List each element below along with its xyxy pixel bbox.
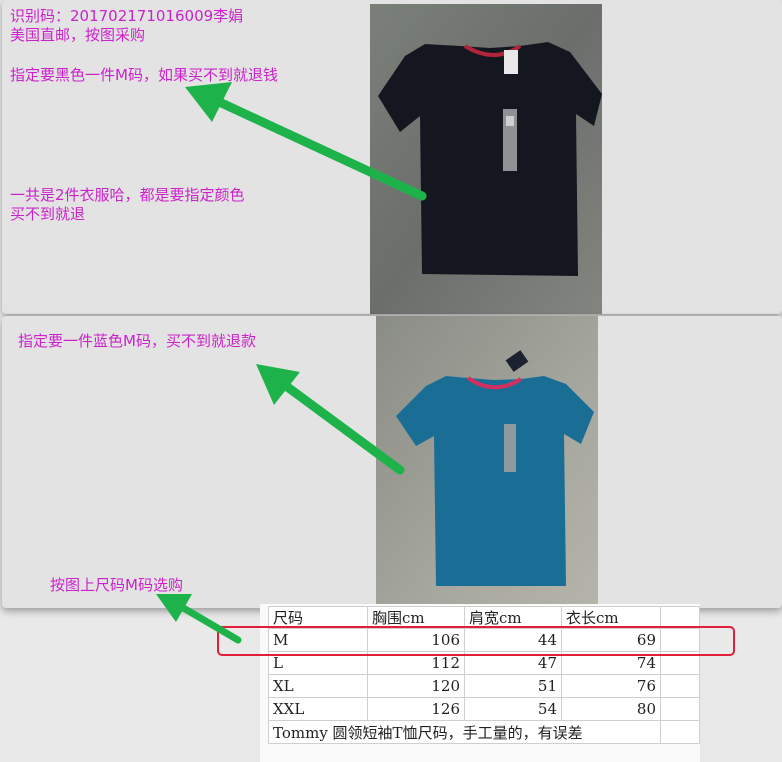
m-size-highlight-box <box>217 626 735 656</box>
cell-chest: 126 <box>367 697 465 721</box>
cell-size: XXL <box>268 697 368 721</box>
table-row: XXL 126 54 80 <box>268 697 700 721</box>
shipping-note: 美国直邮，按图采购 <box>10 26 146 44</box>
size-footnote: Tommy 圆领短袖T恤尺码，手工量的，有误差 <box>268 720 661 744</box>
total-items-note-line2: 买不到就退 <box>10 205 86 223</box>
cell-chest: 120 <box>367 674 465 698</box>
cell-shoulder: 51 <box>464 674 562 698</box>
order-note-panel-black: 识别码：201702171016009李娟 美国直邮，按图采购 指定要黑色一件M… <box>2 0 782 314</box>
blue-tshirt-image <box>376 316 598 608</box>
total-items-note-line1: 一共是2件衣服哈，都是要指定颜色 <box>10 186 245 204</box>
blue-shirt-note: 指定要一件蓝色M码，买不到就退款 <box>18 332 256 350</box>
cell-size: XL <box>268 674 368 698</box>
cell-shoulder: 54 <box>464 697 562 721</box>
black-shirt-note: 指定要黑色一件M码，如果买不到就退钱 <box>10 66 278 84</box>
table-row: XL 120 51 76 <box>268 674 700 698</box>
table-footnote-row: Tommy 圆领短袖T恤尺码，手工量的，有误差 <box>268 720 700 744</box>
order-id-note: 识别码：201702171016009李娟 <box>10 7 244 25</box>
size-selection-note: 按图上尺码M码选购 <box>50 576 183 594</box>
black-tshirt-image <box>370 4 602 314</box>
cell-length: 80 <box>561 697 661 721</box>
cell-length: 76 <box>561 674 661 698</box>
order-note-panel-blue: 指定要一件蓝色M码，买不到就退款 按图上尺码M码选购 <box>2 316 782 608</box>
